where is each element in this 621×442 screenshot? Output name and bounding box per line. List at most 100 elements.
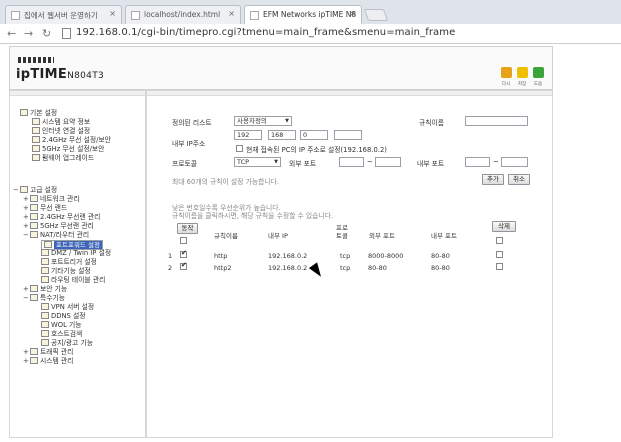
int-port-start[interactable] xyxy=(465,157,490,167)
rule-enable-checkbox[interactable] xyxy=(180,249,187,258)
rule-enable-checkbox[interactable] xyxy=(180,261,187,270)
rule-ext-port: 8000-8000 xyxy=(368,252,404,260)
sidebar-item-ddns[interactable]: DDNS 설정 xyxy=(41,312,86,321)
save-icon[interactable] xyxy=(517,67,528,78)
ip-octet-3[interactable]: 0 xyxy=(300,130,328,140)
reload-icon[interactable]: ↻ xyxy=(42,27,51,40)
sidebar-item-routing-table[interactable]: 라우팅 테이블 관리 xyxy=(41,276,105,285)
page-icon xyxy=(32,127,40,134)
sidebar-item-port-trigger[interactable]: 포트트리거 설정 xyxy=(41,258,97,267)
sidebar-item-basic-settings[interactable]: 기본 설정 xyxy=(20,109,57,118)
sidebar-item-special[interactable]: − 특수기능 xyxy=(23,294,65,303)
close-icon[interactable]: × xyxy=(109,9,116,18)
tab-iptime[interactable]: EFM Networks ipTIME N8 × xyxy=(244,5,362,24)
ext-port-end[interactable] xyxy=(375,157,401,167)
protocol-select[interactable]: TCP ▼ xyxy=(234,157,281,167)
sidebar-item-wireless-band[interactable]: + 무선 랜드 xyxy=(23,204,67,213)
sidebar-item-vpn[interactable]: VPN 서버 설정 xyxy=(41,303,94,312)
page-icon xyxy=(41,303,49,310)
tab-localhost[interactable]: localhost/index.html × xyxy=(125,5,241,24)
sidebar-item-misc[interactable]: 기타기능 설정 xyxy=(41,267,91,276)
select-all-enable-checkbox[interactable] xyxy=(180,237,187,244)
current-ip-checkbox[interactable] xyxy=(236,145,243,152)
sidebar-item-host-search[interactable]: 호스트검색 xyxy=(41,330,82,339)
page-icon xyxy=(32,136,40,143)
logo-dots xyxy=(18,57,54,63)
sidebar-item-network[interactable]: + 네트워크 관리 xyxy=(23,195,80,204)
tab-webserver[interactable]: 집에서 웹서버 운영하기 × xyxy=(5,5,122,24)
rule-protocol: tcp xyxy=(340,264,351,272)
address-bar: ← → ↻ 192.168.0.1/cgi-bin/timepro.cgi?tm… xyxy=(0,24,621,44)
folder-icon xyxy=(30,204,38,211)
rule-int-port: 80-80 xyxy=(431,252,450,260)
cancel-button[interactable]: 취소 xyxy=(508,174,530,185)
page-icon xyxy=(62,28,71,39)
browser-tab-bar: 집에서 웹서버 운영하기 × localhost/index.html × EF… xyxy=(0,0,621,24)
rule-delete-checkbox[interactable] xyxy=(496,263,503,270)
rule-name-input[interactable] xyxy=(465,116,528,126)
sidebar-item-notice[interactable]: 공지/광고 기능 xyxy=(41,339,93,348)
rule-protocol: tcp xyxy=(340,252,351,260)
sidebar-item-system-summary[interactable]: 시스템 요약 정보 xyxy=(32,118,90,127)
ext-port-label: 외부 포트 xyxy=(289,160,317,168)
folder-icon xyxy=(20,186,28,193)
reload-icon[interactable] xyxy=(501,67,512,78)
sidebar-item-dmz[interactable]: DMZ / Twin IP 설정 xyxy=(41,249,111,258)
close-icon[interactable]: × xyxy=(349,9,356,18)
col-header-ext-port: 외부 포트 xyxy=(369,232,395,240)
page-icon xyxy=(41,321,49,328)
back-icon[interactable]: ← xyxy=(7,27,16,40)
rule-delete-checkbox[interactable] xyxy=(496,251,503,258)
ext-port-start[interactable] xyxy=(339,157,364,167)
folder-icon xyxy=(20,109,28,116)
url-field[interactable]: 192.168.0.1/cgi-bin/timepro.cgi?tmenu=ma… xyxy=(76,27,455,38)
add-button[interactable]: 추가 xyxy=(482,174,504,185)
int-port-label: 내부 포트 xyxy=(417,160,445,168)
close-icon[interactable]: × xyxy=(228,9,235,18)
rule-name-link[interactable]: http xyxy=(214,252,227,260)
sidebar-item-traffic[interactable]: + 트래픽 관리 xyxy=(23,348,73,357)
sidebar-item-nat-router[interactable]: − NAT/라우터 관리 xyxy=(23,231,89,240)
ip-octet-4[interactable] xyxy=(334,130,362,140)
internal-ip-label: 내부 IP주소 xyxy=(172,140,206,148)
rule-list-select[interactable]: 사용자정의 ▼ xyxy=(234,116,292,126)
reload-label: 다시 xyxy=(501,82,511,87)
page-icon xyxy=(44,241,52,248)
sidebar-item-5ghz-wireless[interactable]: 5GHz 무선 설정/보안 xyxy=(32,145,104,154)
sidebar-item-advanced[interactable]: − 고급 설정 xyxy=(13,186,57,195)
sidebar-item-internet[interactable]: 인터넷 연결 설정 xyxy=(32,127,90,136)
folder-icon xyxy=(30,231,38,238)
save-label: 저장 xyxy=(517,82,527,87)
sidebar-item-24ghz-wireless[interactable]: 2.4GHz 무선 설정/보안 xyxy=(32,136,111,145)
delete-button[interactable]: 삭제 xyxy=(492,221,516,232)
ip-octet-2[interactable]: 168 xyxy=(268,130,296,140)
rule-int-port: 80-80 xyxy=(431,264,450,272)
ip-octet-1[interactable]: 192 xyxy=(234,130,262,140)
select-all-delete-checkbox[interactable] xyxy=(496,237,503,244)
sidebar-item-system[interactable]: + 시스템 관리 xyxy=(23,357,73,366)
router-header: ipTIMEN804T3 다시 저장 도움 xyxy=(9,46,553,90)
sidebar-item-5ghz-manage[interactable]: +5GHz 무선랜 관리 xyxy=(23,222,94,231)
row-number: 2 xyxy=(168,264,173,272)
sidebar-item-wol[interactable]: WOL 기능 xyxy=(41,321,82,330)
enable-button[interactable]: 동작 xyxy=(177,223,198,234)
page-icon xyxy=(41,258,49,265)
sidebar-item-firmware[interactable]: 펌웨어 업그레이드 xyxy=(32,154,94,163)
page-icon xyxy=(41,339,49,346)
ext-port-tilde: ~ xyxy=(367,158,373,166)
main-content: 정의된 리스트 사용자정의 ▼ 규칙이름 내부 IP주소 192 168 0 현재… xyxy=(146,90,553,438)
limit-note: 최대 60개의 규칙이 설정 가능합니다. xyxy=(172,178,279,186)
help-icon[interactable] xyxy=(533,67,544,78)
page-icon xyxy=(32,118,40,125)
sidebar-menu: 기본 설정 시스템 요약 정보 인터넷 연결 설정 2.4GHz 무선 설정/보… xyxy=(9,90,146,438)
rule-ip: 192.168.0.2 xyxy=(268,264,308,272)
new-tab-button[interactable] xyxy=(363,9,389,21)
sidebar-item-24ghz-manage[interactable]: +2.4GHz 무선랜 관리 xyxy=(23,213,100,222)
int-port-end[interactable] xyxy=(501,157,528,167)
row-number: 1 xyxy=(168,252,173,260)
rule-name-link[interactable]: http2 xyxy=(214,264,231,272)
page-icon xyxy=(41,276,49,283)
sidebar-item-security[interactable]: + 보안 기능 xyxy=(23,285,67,294)
forward-icon[interactable]: → xyxy=(24,27,33,40)
protocol-label: 프로토콜 xyxy=(172,160,198,168)
